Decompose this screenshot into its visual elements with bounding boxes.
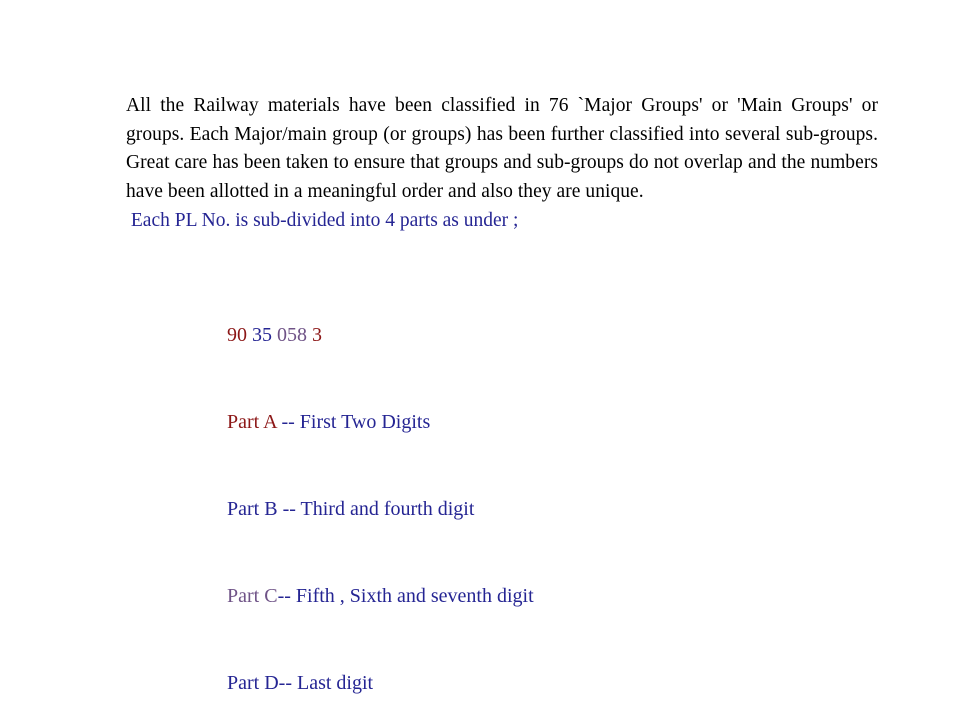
part-d-line: Part D-- Last digit (197, 640, 897, 727)
part-d-label: Part D (227, 672, 279, 694)
pl-part-d-digits: 3 (312, 324, 322, 346)
part-c-label: Part C (227, 585, 278, 607)
part-d-description: -- Last digit (278, 672, 374, 694)
body-text-block: All the Railway materials have been clas… (126, 92, 878, 236)
slide-canvas: All the Railway materials have been clas… (0, 0, 960, 694)
subdivision-statement: Each PL No. is sub-divided into 4 parts … (126, 209, 519, 231)
part-c-description: -- Fifth , Sixth and seventh digit (277, 585, 534, 607)
part-a-label: Part A (227, 411, 277, 433)
part-a-line: Part A -- First Two Digits (197, 379, 897, 466)
pl-part-b-digits: 35 (252, 324, 272, 346)
part-c-line: Part C-- Fifth , Sixth and seventh digit (197, 553, 897, 640)
pl-number-example: 90 35 058 3 (197, 292, 897, 379)
part-b-label: Part B (227, 498, 278, 520)
part-a-description: -- First Two Digits (276, 411, 431, 433)
pl-breakdown-list: 90 35 058 3 Part A -- First Two Digits P… (197, 292, 897, 727)
pl-part-c-digits: 058 (277, 324, 307, 346)
part-b-description: -- Third and fourth digit (277, 498, 475, 520)
pl-part-a-digits: 90 (227, 324, 247, 346)
intro-paragraph: All the Railway materials have been clas… (126, 95, 878, 203)
